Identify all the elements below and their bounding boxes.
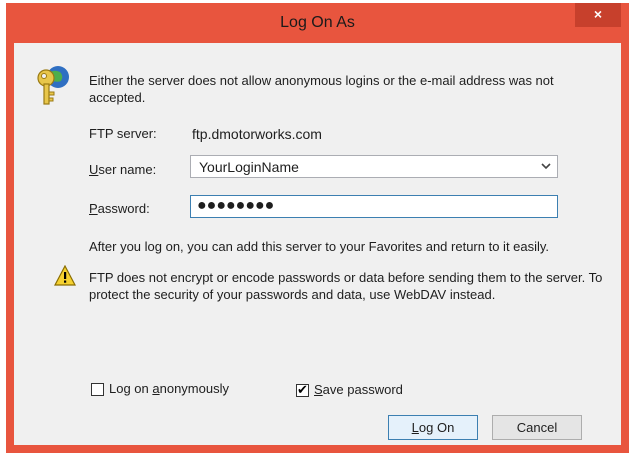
log-on-accel: L (411, 420, 419, 435)
save-password-checkbox[interactable]: ✔ (296, 382, 309, 397)
warning-icon (54, 265, 76, 286)
password-label-text: assword: (97, 201, 150, 216)
close-button[interactable]: × (575, 3, 621, 27)
chevron-down-icon[interactable] (539, 159, 553, 173)
title-bar[interactable]: Log On As × (6, 3, 629, 43)
ftp-server-value: ftp.dmotorworks.com (192, 126, 322, 142)
log-on-as-dialog: Log On As × Either the server does not a… (6, 3, 629, 453)
favorites-note: After you log on, you can add this serve… (89, 239, 550, 254)
user-name-value: YourLoginName (199, 159, 299, 175)
ftp-server-label: FTP server: (89, 126, 157, 141)
security-warning: FTP does not encrypt or encode passwords… (89, 270, 603, 302)
anonymous-label-rest: nonymously (159, 381, 229, 396)
log-on-anonymously-label[interactable]: Log on anonymously (109, 381, 229, 396)
cancel-button[interactable]: Cancel (492, 415, 582, 440)
log-on-label-rest: og On (418, 420, 455, 435)
password-label: Password: (89, 201, 150, 216)
log-on-button[interactable]: Log On (388, 415, 478, 440)
user-name-label: User name: (89, 162, 156, 177)
anonymous-label-prefix: Log on (109, 381, 153, 396)
dialog-title: Log On As (280, 14, 355, 31)
password-field[interactable]: ●●●●●●●● (190, 195, 558, 218)
password-accel: P (89, 201, 98, 216)
anonymous-accel: a (152, 381, 160, 396)
save-password-label[interactable]: Save password (314, 382, 403, 397)
error-message: Either the server does not allow anonymo… (89, 73, 554, 105)
password-value: ●●●●●●●● (197, 197, 275, 214)
save-password-accel: S (314, 382, 323, 397)
close-icon: × (593, 6, 603, 22)
log-on-anonymously-checkbox[interactable] (91, 383, 104, 396)
user-name-accel: U (89, 162, 99, 177)
checkmark-icon: ✔ (297, 382, 308, 397)
user-name-combobox[interactable]: YourLoginName (190, 155, 558, 178)
user-name-label-text: ser name: (98, 162, 157, 177)
save-password-label-rest: ave password (322, 382, 403, 397)
key-globe-icon (37, 66, 69, 105)
dialog-body: Either the server does not allow anonymo… (14, 43, 621, 445)
